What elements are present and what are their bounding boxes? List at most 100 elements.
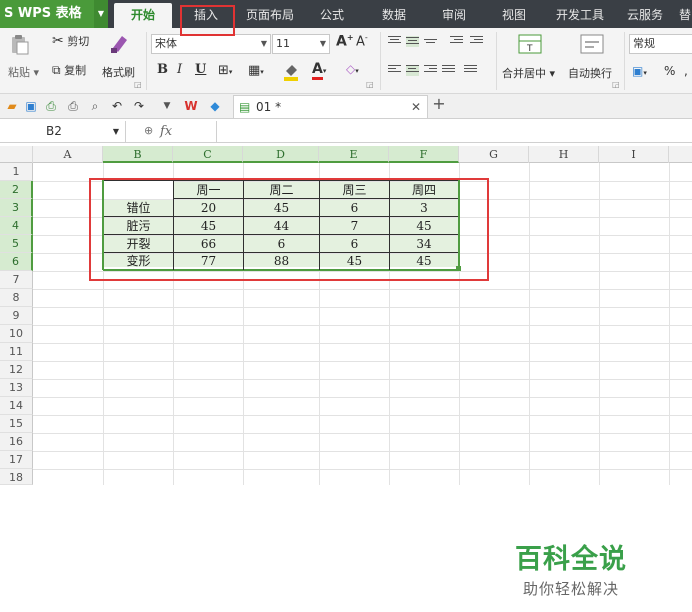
bold-icon[interactable]: B bbox=[157, 62, 168, 77]
tab-more[interactable]: 替 bbox=[678, 0, 692, 28]
paste-button[interactable]: 粘贴 ▾ bbox=[8, 64, 39, 80]
justify-icon[interactable] bbox=[442, 65, 455, 76]
close-icon[interactable]: ✕ bbox=[411, 96, 421, 118]
customize-toolbar-icon[interactable]: ▼ bbox=[160, 99, 174, 113]
name-box[interactable]: B2 ▼ bbox=[0, 121, 126, 142]
undo-icon[interactable]: ↶ bbox=[110, 99, 124, 113]
percent-button[interactable]: % bbox=[664, 64, 675, 78]
zoom-icon[interactable]: ⊕ bbox=[144, 124, 153, 137]
wps-logo-icon[interactable]: W bbox=[184, 99, 198, 113]
column-header[interactable]: E bbox=[319, 146, 389, 163]
copy-button[interactable]: ⧉ 复制 bbox=[52, 62, 86, 78]
cloud-cube-icon[interactable]: ◆ bbox=[208, 99, 222, 113]
column-header[interactable]: H bbox=[529, 146, 599, 163]
tab-cloud[interactable]: 云服务 bbox=[620, 0, 670, 28]
open-folder-icon[interactable]: ▰ bbox=[5, 99, 19, 113]
format-painter-button[interactable]: 格式刷 bbox=[102, 64, 135, 80]
redo-icon[interactable]: ↷ bbox=[132, 99, 146, 113]
row-header[interactable]: 7 bbox=[0, 271, 33, 289]
row-header[interactable]: 1 bbox=[0, 163, 33, 181]
tab-data[interactable]: 数据 bbox=[370, 0, 418, 28]
tab-developer[interactable]: 开发工具 bbox=[550, 0, 610, 28]
fill-color-icon[interactable] bbox=[282, 62, 304, 82]
border-icon[interactable]: ⊞▾ bbox=[218, 63, 232, 78]
row-header[interactable]: 11 bbox=[0, 343, 33, 361]
italic-icon[interactable]: I bbox=[177, 62, 182, 77]
print-icon[interactable]: ⎙ bbox=[66, 99, 80, 113]
print-preview-icon[interactable]: ⌕ bbox=[88, 99, 102, 113]
font-color-icon[interactable]: A▾ bbox=[312, 61, 326, 80]
function-button[interactable]: fx bbox=[160, 121, 172, 142]
merge-center-icon[interactable]: T bbox=[517, 33, 543, 55]
new-tab-icon[interactable]: + bbox=[432, 96, 446, 112]
column-header[interactable]: I bbox=[599, 146, 669, 163]
row-header[interactable]: 5 bbox=[0, 235, 33, 253]
align-left-icon[interactable] bbox=[388, 65, 401, 76]
currency-icon[interactable]: ▣▾ bbox=[632, 64, 647, 78]
wrap-text-icon[interactable] bbox=[579, 33, 605, 55]
paste-icon[interactable] bbox=[8, 34, 30, 56]
font-launcher-icon[interactable]: ◲ bbox=[366, 80, 374, 89]
format-painter-icon[interactable] bbox=[108, 32, 132, 54]
distribute-icon[interactable] bbox=[464, 65, 477, 76]
row-header[interactable]: 16 bbox=[0, 433, 33, 451]
underline-icon[interactable]: U bbox=[195, 62, 206, 77]
spreadsheet-grid[interactable]: A B C D E F G H I 1 2 3 4 5 6 7 8 9 10 1… bbox=[0, 146, 692, 612]
column-header[interactable]: C bbox=[173, 146, 243, 163]
cell-style-icon[interactable]: ▦▾ bbox=[248, 63, 264, 78]
row-header[interactable]: 12 bbox=[0, 361, 33, 379]
column-header[interactable]: A bbox=[33, 146, 103, 163]
tab-review[interactable]: 审阅 bbox=[430, 0, 478, 28]
column-header[interactable]: D bbox=[243, 146, 319, 163]
tab-page-layout[interactable]: 页面布局 bbox=[240, 0, 300, 28]
row-header[interactable]: 18 bbox=[0, 469, 33, 485]
save-icon[interactable]: ▣ bbox=[24, 99, 38, 113]
row-header[interactable]: 8 bbox=[0, 289, 33, 307]
tab-formulas[interactable]: 公式 bbox=[308, 0, 356, 28]
formula-input[interactable] bbox=[216, 121, 692, 142]
decrease-font-icon[interactable]: A- bbox=[356, 33, 368, 49]
document-tab[interactable]: ▤ 01 * ✕ bbox=[233, 95, 428, 118]
clipboard-launcher-icon[interactable]: ◲ bbox=[134, 80, 142, 89]
clear-format-icon[interactable]: ◇▾ bbox=[346, 62, 359, 76]
row-header[interactable]: 13 bbox=[0, 379, 33, 397]
chevron-down-icon[interactable]: ▼ bbox=[94, 0, 108, 28]
row-header[interactable]: 4 bbox=[0, 217, 33, 235]
app-menu-button[interactable]: S WPS 表格 ▼ bbox=[0, 0, 108, 28]
merge-center-button[interactable]: 合并居中 ▾ bbox=[502, 65, 555, 81]
increase-indent-icon[interactable] bbox=[470, 36, 483, 47]
column-header[interactable]: B bbox=[103, 146, 173, 163]
font-size-select[interactable]: 11 ▼ bbox=[272, 34, 330, 54]
row-header[interactable]: 3 bbox=[0, 199, 33, 217]
increase-font-icon[interactable]: A+ bbox=[336, 33, 354, 50]
export-pdf-icon[interactable]: ⎙ bbox=[44, 99, 58, 113]
column-header[interactable]: F bbox=[389, 146, 459, 163]
align-top-icon[interactable] bbox=[388, 36, 401, 47]
watermark-subtitle: 助你轻松解决 bbox=[523, 580, 620, 598]
row-header[interactable]: 2 bbox=[0, 181, 33, 199]
row-header[interactable]: 15 bbox=[0, 415, 33, 433]
ribbon-separator bbox=[380, 32, 381, 90]
align-bottom-icon[interactable] bbox=[424, 36, 437, 47]
wrap-text-button[interactable]: 自动换行 bbox=[568, 65, 612, 81]
decrease-indent-icon[interactable] bbox=[450, 36, 463, 47]
align-center-icon[interactable] bbox=[406, 65, 419, 76]
row-header[interactable]: 17 bbox=[0, 451, 33, 469]
column-header[interactable]: G bbox=[459, 146, 529, 163]
align-right-icon[interactable] bbox=[424, 65, 437, 76]
comma-style-icon[interactable]: , bbox=[684, 64, 688, 78]
row-header[interactable]: 10 bbox=[0, 325, 33, 343]
row-header[interactable]: 14 bbox=[0, 397, 33, 415]
tab-home[interactable]: 开始 bbox=[114, 3, 172, 28]
font-name-select[interactable]: 宋体 ▼ bbox=[151, 34, 271, 54]
grid-line bbox=[33, 343, 692, 344]
row-header[interactable]: 6 bbox=[0, 253, 33, 271]
row-header[interactable]: 9 bbox=[0, 307, 33, 325]
number-format-select[interactable]: 常规 bbox=[629, 34, 692, 54]
align-middle-icon[interactable] bbox=[406, 36, 419, 47]
select-all-corner[interactable] bbox=[0, 146, 33, 163]
chevron-down-icon: ▼ bbox=[319, 39, 326, 48]
cut-button[interactable]: ✂ 剪切 bbox=[52, 33, 89, 49]
alignment-launcher-icon[interactable]: ◲ bbox=[612, 80, 620, 89]
tab-view[interactable]: 视图 bbox=[490, 0, 538, 28]
